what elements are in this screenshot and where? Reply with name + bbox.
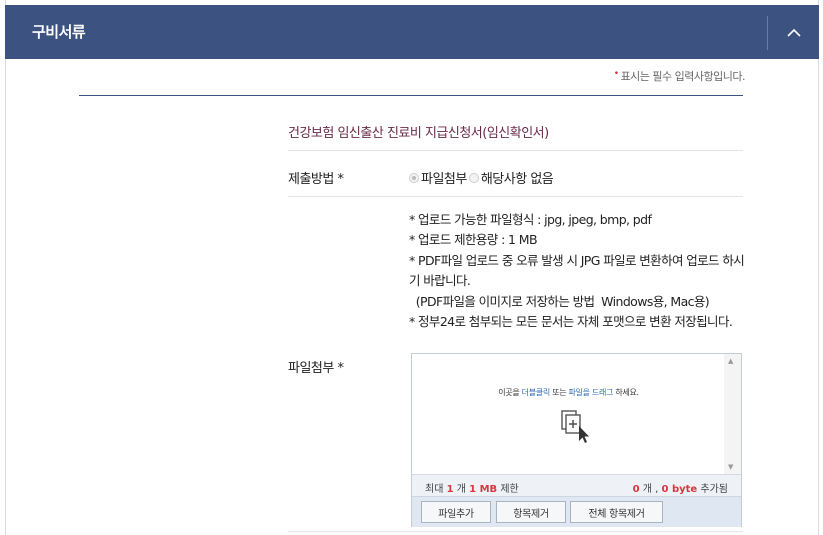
required-marker: • — [613, 69, 619, 79]
row-divider — [288, 196, 743, 197]
collapse-button[interactable] — [768, 5, 819, 59]
upload-guidelines: * 업로드 가능한 파일형식 : jpg, jpeg, bmp, pdf * 업… — [409, 210, 745, 332]
remove-all-button[interactable]: 전체 항목제거 — [570, 501, 663, 523]
radio-not-applicable-label[interactable]: 해당사항 없음 — [481, 168, 554, 187]
row-divider — [288, 150, 743, 151]
required-note-text: 표시는 필수 입력사항입니다. — [620, 70, 746, 83]
guideline-item: * 업로드 제한용량 : 1 MB — [409, 232, 538, 248]
remove-item-button[interactable]: 항목제거 — [496, 501, 566, 523]
file-attach-label: 파일첨부 * — [288, 361, 344, 376]
document-title: 건강보험 임신출산 진료비 지급신청서(임신확인서) — [288, 126, 549, 141]
row-divider — [288, 531, 743, 532]
guideline-item: * 정부24로 첨부되는 모든 문서는 자체 포맷으로 변환 저장됩니다. — [409, 314, 733, 330]
submission-method-label: 제출방법 * — [288, 172, 344, 187]
radio-not-applicable[interactable] — [468, 172, 479, 183]
section-header: 구비서류 — [5, 5, 819, 59]
submission-method-radio-group: 파일첨부 해당사항 없음 — [409, 168, 555, 187]
uploader-toolbar: 파일추가 항목제거 전체 항목제거 — [412, 496, 741, 527]
section-title: 구비서류 — [32, 23, 86, 41]
upload-added-count: 0 개 , 0 byte 추가됨 — [632, 484, 728, 495]
drop-zone-text: 이곳을 더블클릭 또는 파일을 드래그 하세요. — [498, 388, 639, 397]
add-file-cursor-icon — [561, 410, 589, 443]
guideline-item: * PDF파일 업로드 중 오류 발생 시 JPG 파일로 변환하여 업로드 하… — [409, 252, 745, 289]
guideline-item: * 업로드 가능한 파일형식 : jpg, jpeg, bmp, pdf — [409, 212, 652, 227]
drop-zone[interactable]: 이곳을 더블클릭 또는 파일을 드래그 하세요. — [412, 354, 725, 474]
radio-file-attach[interactable] — [409, 172, 419, 183]
file-uploader: 이곳을 더블클릭 또는 파일을 드래그 하세요. ▲ ▼ 최대 1 개 1 MB… — [411, 353, 742, 527]
add-file-button[interactable]: 파일추가 — [421, 501, 491, 523]
upload-limit: 최대 1 개 1 MB 제한 — [425, 484, 519, 495]
radio-file-attach-label[interactable]: 파일첨부 — [421, 168, 467, 187]
guideline-item: (PDF파일을 이미지로 저장하는 방법 Windows용, Mac용) — [409, 293, 710, 309]
upload-status-bar: 최대 1 개 1 MB 제한 0 개 , 0 byte 추가됨 — [412, 474, 741, 497]
file-list-scrollbar[interactable]: ▲ ▼ — [724, 354, 741, 474]
scroll-up-icon[interactable]: ▲ — [728, 357, 733, 365]
chevron-up-icon — [786, 28, 801, 37]
scroll-down-icon[interactable]: ▼ — [728, 463, 733, 471]
required-note: • 표시는 필수 입력사항입니다. — [613, 68, 746, 84]
section-divider — [79, 95, 743, 96]
